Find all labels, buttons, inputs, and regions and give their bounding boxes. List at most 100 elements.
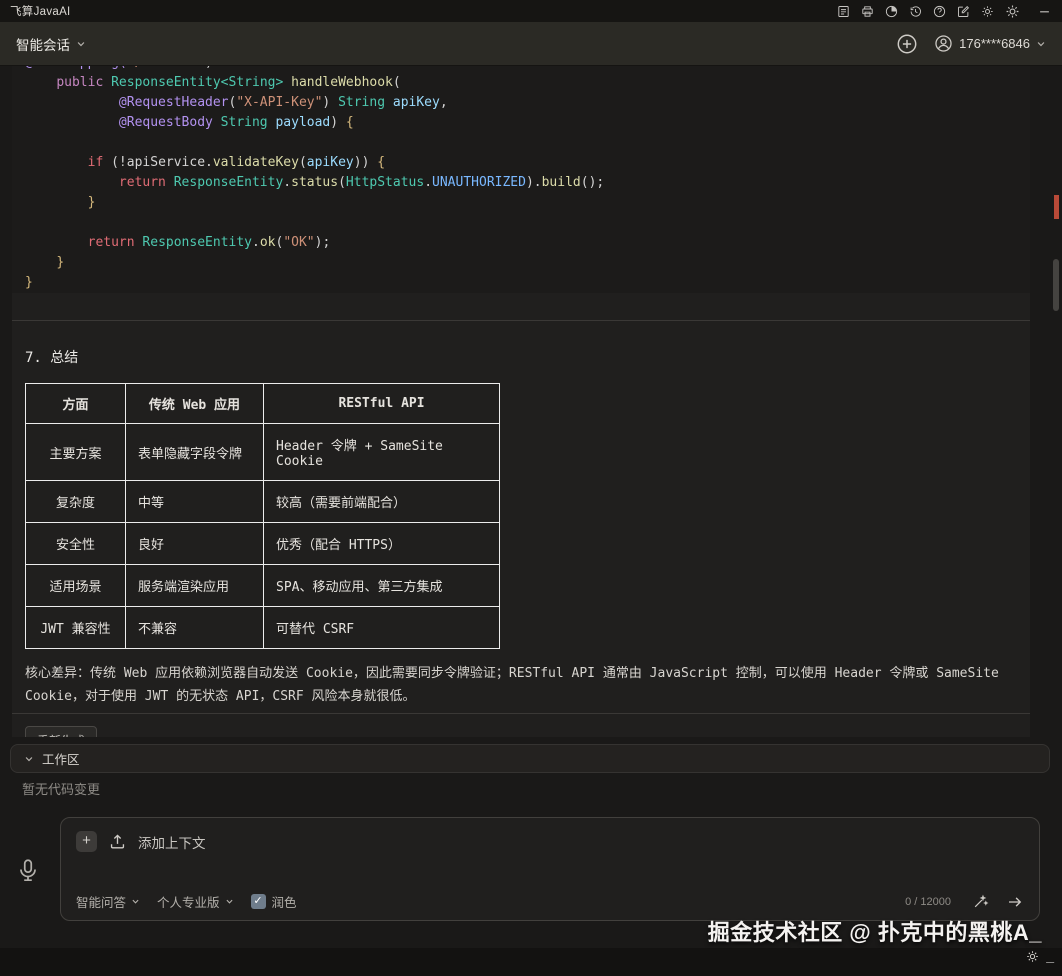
- code-token: ResponseEntity: [142, 235, 252, 250]
- code-token: (!apiService.: [103, 155, 213, 170]
- code-token: "/webhook": [127, 66, 205, 70]
- report-icon[interactable]: [836, 4, 851, 19]
- table-header-row: 方面 传统 Web 应用 RESTful API: [25, 383, 500, 424]
- polish-label: 润色: [271, 896, 297, 910]
- code-token: HttpStatus: [345, 175, 425, 190]
- table-cell: 安全性: [25, 522, 126, 565]
- plan-dropdown[interactable]: 个人专业版: [157, 892, 234, 911]
- bottom-strip: [0, 948, 1062, 976]
- code-token: String: [220, 115, 268, 130]
- toolbar-right: 176****6846: [896, 33, 1046, 55]
- table-row: 适用场景 服务端渲染应用 SPA、移动应用、第三方集成: [25, 564, 500, 607]
- mode-label: 智能问答: [76, 896, 127, 910]
- code-token: public: [56, 75, 104, 90]
- code-token: validateKey: [212, 155, 299, 170]
- code-token: UNAUTHORIZED: [432, 175, 526, 190]
- table-cell: 可替代 CSRF: [263, 606, 500, 649]
- code-token: }: [56, 255, 65, 270]
- table-row: 主要方案 表单隐藏字段令牌 Header 令牌 + SameSite Cookie: [25, 423, 500, 481]
- session-label: 智能会话: [16, 37, 70, 53]
- code-token: return: [87, 235, 135, 250]
- code-token: String: [338, 95, 386, 110]
- new-session-button[interactable]: [896, 33, 918, 55]
- code-line: return ResponseEntity.ok("OK");: [25, 233, 1030, 253]
- code-token: ): [205, 66, 213, 70]
- watermark-corner: _: [1025, 948, 1054, 964]
- table-cell: 适用场景: [25, 564, 126, 607]
- assistant-message: @PostMapping("/webhook") public Response…: [12, 66, 1030, 737]
- scrollbar-marker: [1054, 195, 1059, 219]
- code-token: ): [330, 115, 346, 130]
- regenerate-button[interactable]: 重新生成: [25, 726, 98, 737]
- user-icon: [934, 34, 953, 53]
- add-attachment-button[interactable]: +: [76, 831, 97, 852]
- composer[interactable]: + 添加上下文 智能问答 个人专业版 ✓ 润色 0 / 12000: [60, 817, 1040, 921]
- minimize-icon[interactable]: [1037, 4, 1052, 19]
- code-token: status: [291, 175, 339, 190]
- table-cell: 中等: [125, 480, 264, 523]
- table-header-cell: 方面: [25, 383, 126, 424]
- chevron-down-icon: [1036, 39, 1046, 49]
- table-row: 复杂度 中等 较高（需要前端配合）: [25, 480, 500, 523]
- code-token: ResponseEntity<String>: [111, 75, 284, 90]
- code-line: @RequestHeader("X-API-Key") String apiKe…: [25, 93, 1030, 113]
- code-token: return: [118, 175, 166, 190]
- code-token: {: [377, 155, 386, 170]
- send-button[interactable]: [1006, 893, 1024, 911]
- table-row: 安全性 良好 优秀（配合 HTTPS）: [25, 522, 500, 565]
- upload-icon[interactable]: [108, 832, 127, 851]
- code-line: return ResponseEntity.status(HttpStatus.…: [25, 173, 1030, 193]
- code-token: )): [353, 155, 378, 170]
- code-token: apiKey: [392, 95, 440, 110]
- microphone-icon[interactable]: [15, 855, 41, 890]
- account-menu[interactable]: 176****6846: [934, 34, 1046, 53]
- summary-note: 核心差异：传统 Web 应用依赖浏览器自动发送 Cookie，因此需要同步令牌验…: [25, 666, 999, 704]
- code-line: @PostMapping("/webhook"): [25, 66, 1030, 73]
- settings-gear-icon[interactable]: [1004, 3, 1021, 20]
- chevron-down-icon: [225, 897, 234, 906]
- code-token: handleWebhook: [291, 75, 393, 90]
- section-divider: [12, 320, 1030, 321]
- code-token: ): [322, 95, 339, 110]
- polish-checkbox[interactable]: ✓: [250, 894, 266, 909]
- code-token: "X-API-Key": [236, 95, 323, 110]
- code-token: (: [392, 75, 401, 90]
- code-line: }: [25, 253, 1030, 273]
- table-header-cell: 传统 Web 应用: [125, 383, 264, 424]
- edit-icon[interactable]: [956, 4, 971, 19]
- history-icon[interactable]: [908, 4, 923, 19]
- usage-pie-icon[interactable]: [884, 4, 899, 19]
- app-window: 飞算JavaAI 智能会话 176****6846 @PostMapping("…: [0, 0, 1062, 976]
- code-token: ();: [580, 175, 605, 190]
- chevron-down-icon: [24, 754, 34, 764]
- add-context-label[interactable]: 添加上下文: [138, 832, 206, 852]
- session-switcher[interactable]: 智能会话: [16, 34, 86, 54]
- chevron-down-icon: [76, 39, 86, 49]
- help-icon[interactable]: [932, 4, 947, 19]
- printer-icon[interactable]: [860, 4, 875, 19]
- table-cell: Header 令牌 + SameSite Cookie: [263, 423, 500, 481]
- polish-toggle[interactable]: ✓ 润色: [250, 892, 297, 911]
- table-header-cell: RESTful API: [263, 383, 500, 424]
- wand-icon[interactable]: [972, 893, 989, 910]
- table-cell: 较高（需要前端配合）: [263, 480, 500, 523]
- scrollbar-thumb[interactable]: [1053, 259, 1059, 311]
- code-line: @RequestBody String payload) {: [25, 113, 1030, 133]
- table-cell: 优秀（配合 HTTPS）: [263, 522, 500, 565]
- code-token: @RequestBody: [118, 115, 213, 130]
- workspace-panel-header[interactable]: 工作区: [10, 744, 1050, 773]
- theme-gear-icon[interactable]: [980, 4, 995, 19]
- mode-dropdown[interactable]: 智能问答: [76, 892, 140, 911]
- app-title: 飞算JavaAI: [10, 6, 71, 18]
- table-cell: SPA、移动应用、第三方集成: [263, 564, 500, 607]
